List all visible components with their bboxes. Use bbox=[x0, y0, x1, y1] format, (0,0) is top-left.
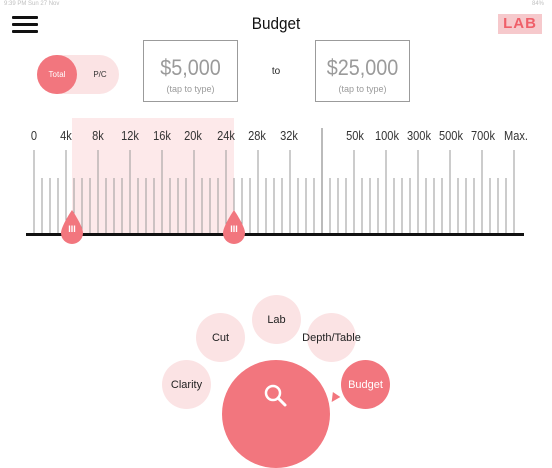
slider-ticks bbox=[33, 128, 515, 234]
nav-budget-button[interactable]: Budget bbox=[341, 360, 390, 409]
search-button[interactable] bbox=[222, 360, 330, 468]
nav-clarity-button[interactable]: Clarity bbox=[162, 360, 211, 409]
nav-cut-button[interactable]: Cut bbox=[196, 313, 245, 362]
handle-grip-label: III bbox=[68, 224, 76, 234]
slider-track[interactable] bbox=[26, 233, 524, 236]
search-icon bbox=[264, 384, 287, 407]
nav-lab-button[interactable]: Lab bbox=[252, 295, 301, 344]
slider-max-handle[interactable]: III bbox=[222, 210, 246, 246]
slider-ruler[interactable] bbox=[0, 0, 552, 414]
slider-min-handle[interactable]: III bbox=[60, 210, 84, 246]
nav-depth-table-button[interactable]: Depth/Table bbox=[302, 313, 361, 362]
handle-grip-label: III bbox=[230, 224, 238, 234]
